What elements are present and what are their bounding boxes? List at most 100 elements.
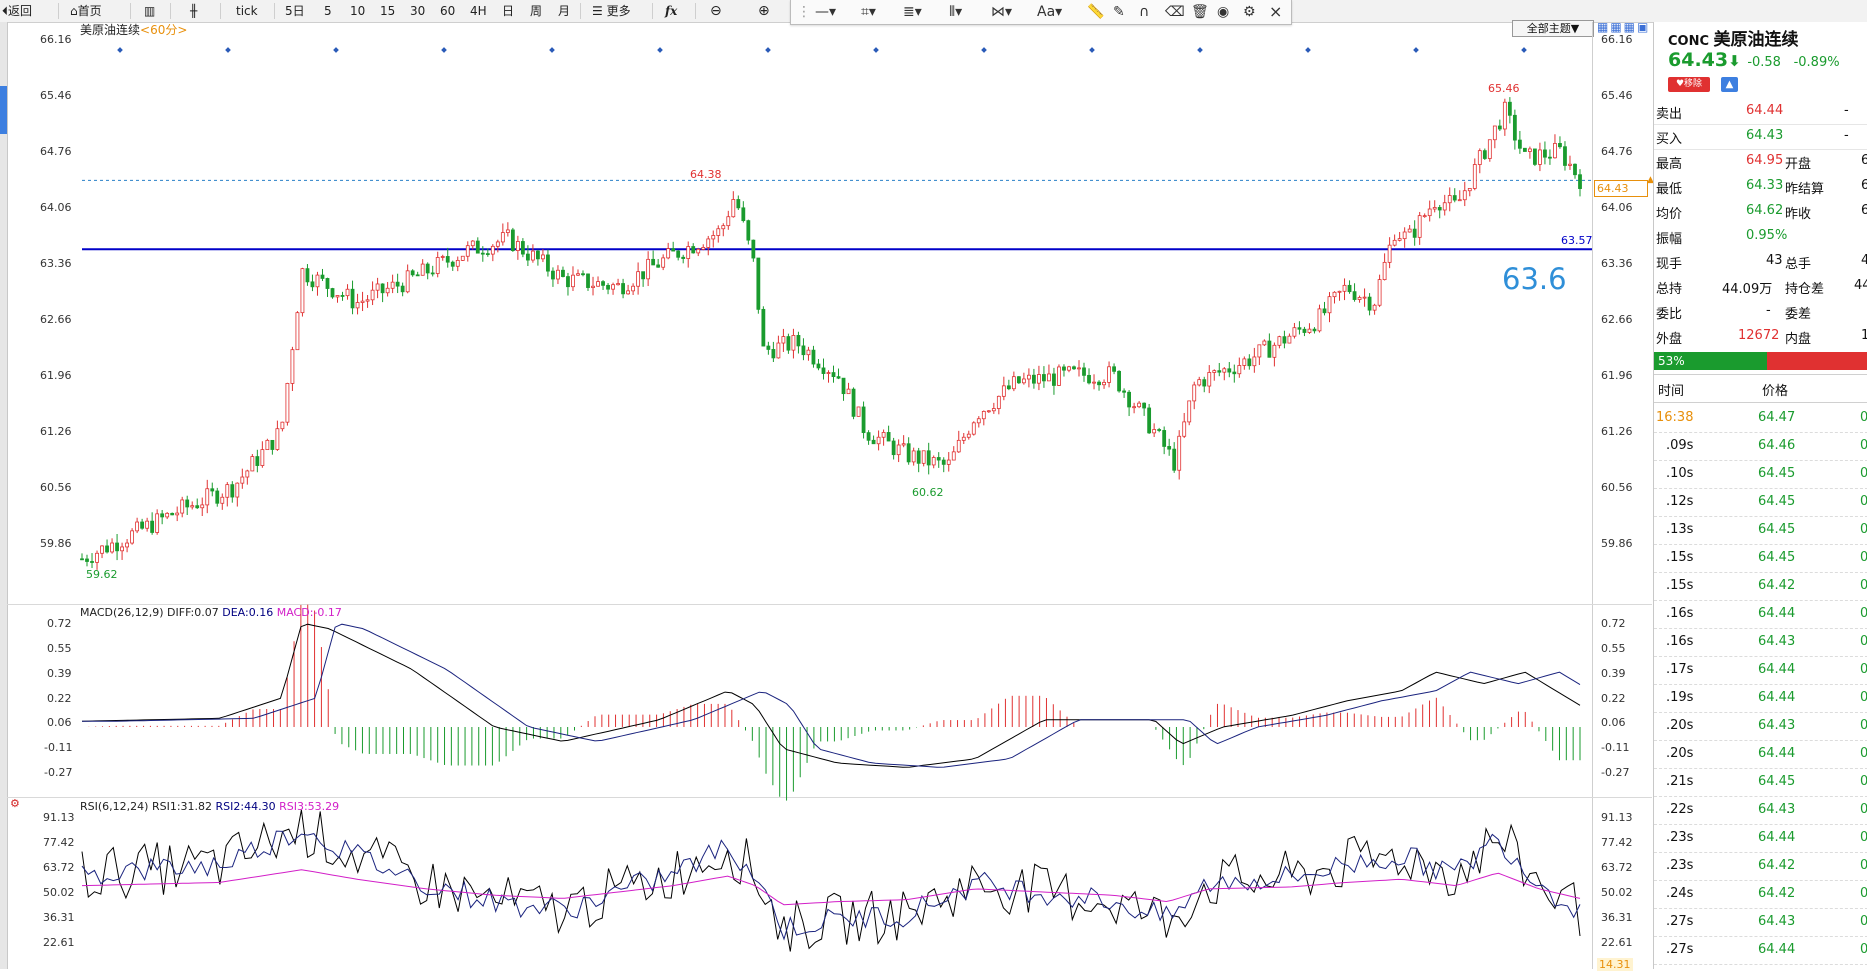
candle-body (260, 449, 265, 466)
tick-volume: 0 (1860, 830, 1867, 845)
candle-body (736, 199, 741, 209)
price-tick: 64.06 (1601, 201, 1633, 214)
tick-time: .27s (1666, 942, 1694, 957)
candle-body (1227, 368, 1232, 373)
candle-body (1462, 190, 1467, 201)
candle-body (360, 300, 365, 303)
quote-row-order-ratio: 委比 - 委差 (1656, 303, 1812, 322)
rsi-tick: 91.13 (1601, 811, 1633, 824)
quote-row-high: 最高 64.95 开盘 6 (1656, 153, 1867, 172)
tick-time: .15s (1666, 550, 1694, 565)
candle-body (881, 432, 886, 438)
candle-body (490, 245, 495, 255)
candle-body (310, 281, 315, 288)
macd-tick: 0.39 (47, 667, 72, 680)
macd-tick: 0.55 (1601, 642, 1626, 655)
candle-body (185, 499, 190, 508)
candle-body (1507, 101, 1512, 116)
macd-tick: 0.39 (1601, 667, 1626, 680)
rsi-tick: 50.02 (1601, 886, 1633, 899)
session-marker (1521, 47, 1527, 53)
candle-body (170, 512, 175, 516)
candle-body (205, 488, 210, 506)
candle-body (1502, 101, 1507, 130)
candle-body (1172, 448, 1177, 471)
candle-body (1307, 328, 1312, 333)
remove-favorite-button[interactable]: ♥移除 (1668, 77, 1710, 92)
macd-diff-line (81, 623, 1581, 768)
candle-body (686, 246, 691, 259)
macd-tick: 0.72 (47, 617, 72, 630)
session-marker (441, 47, 447, 53)
tick-row: .15s 64.42 0 (1654, 572, 1867, 601)
candle-body (541, 254, 545, 260)
rsi-legend: RSI(6,12,24) RSI1:31.82 RSI2:44.30 RSI3:… (80, 800, 340, 813)
bell-icon: ▲ (1725, 79, 1734, 90)
candle-body (931, 457, 936, 466)
tick-price: 64.45 (1758, 550, 1796, 565)
candle-body (100, 545, 104, 554)
macd-tick: 0.22 (47, 692, 72, 705)
candle-body (345, 288, 350, 297)
alert-button[interactable]: ▲ (1721, 77, 1738, 92)
candle-body (1402, 231, 1407, 240)
candle-body (711, 235, 716, 240)
tick-time: .21s (1666, 774, 1694, 789)
rsi-tick: 77.42 (1601, 836, 1633, 849)
quote-panel: CONC 美原油连续 64.43⬇ -0.58 -0.89% ♥移除 ▲ 卖出 … (1653, 22, 1867, 969)
candle-body (1247, 358, 1252, 367)
tick-row: .23s 64.44 0 (1654, 824, 1867, 853)
session-marker (1197, 47, 1203, 53)
tick-volume: 0 (1860, 634, 1867, 649)
candle-body (656, 264, 661, 268)
tick-time: .20s (1666, 718, 1694, 733)
candle-body (636, 271, 641, 287)
candle-body (1092, 381, 1096, 384)
candle-body (1558, 143, 1562, 148)
candle-body (1127, 391, 1131, 408)
candle-body (420, 263, 425, 276)
price-tick: 61.96 (40, 369, 72, 382)
candle-body (616, 283, 620, 286)
candle-body (320, 274, 325, 279)
high-price-label: 65.46 (1488, 82, 1520, 95)
candle-body (596, 281, 600, 287)
candle-body (430, 272, 435, 275)
macd-tick: 0.55 (47, 642, 72, 655)
candle-body (936, 457, 941, 461)
session-marker (1089, 47, 1095, 53)
candle-body (125, 542, 129, 548)
tick-volume: 0 (1860, 438, 1867, 453)
candle-body (601, 281, 605, 286)
candle-body (1187, 400, 1192, 423)
macd-tick: 0.72 (1601, 617, 1626, 630)
candle-body (1312, 328, 1317, 332)
candle-body (1432, 207, 1437, 210)
candle-body (661, 257, 666, 268)
candle-body (1182, 421, 1187, 437)
candle-body (1287, 335, 1292, 344)
candle-body (606, 284, 610, 290)
tick-price: 64.42 (1758, 886, 1796, 901)
price-tick: 60.56 (1601, 481, 1633, 494)
candle-body (556, 269, 560, 280)
last-price: 64.43⬇ -0.58 -0.89% (1668, 49, 1840, 71)
candle-body (956, 439, 961, 453)
tick-time: .13s (1666, 522, 1694, 537)
rsi-settings-icon[interactable]: ⚙ (10, 797, 20, 810)
rsi-tick: 63.72 (43, 861, 75, 874)
candle-body (1222, 368, 1227, 373)
candle-body (1097, 381, 1101, 386)
candle-body (1452, 195, 1457, 201)
quote-row-bid: 买入 64.43 - (1654, 124, 1867, 150)
price-tick: 61.96 (1601, 369, 1633, 382)
candle-body (886, 432, 891, 442)
candle-body (370, 289, 375, 301)
candle-body (976, 418, 981, 424)
candle-body (305, 268, 310, 283)
candle-body (230, 484, 235, 498)
candle-body (515, 241, 520, 251)
tick-volume: 0 (1860, 578, 1867, 593)
price-chart[interactable] (0, 0, 1867, 969)
candle-body (450, 261, 455, 267)
